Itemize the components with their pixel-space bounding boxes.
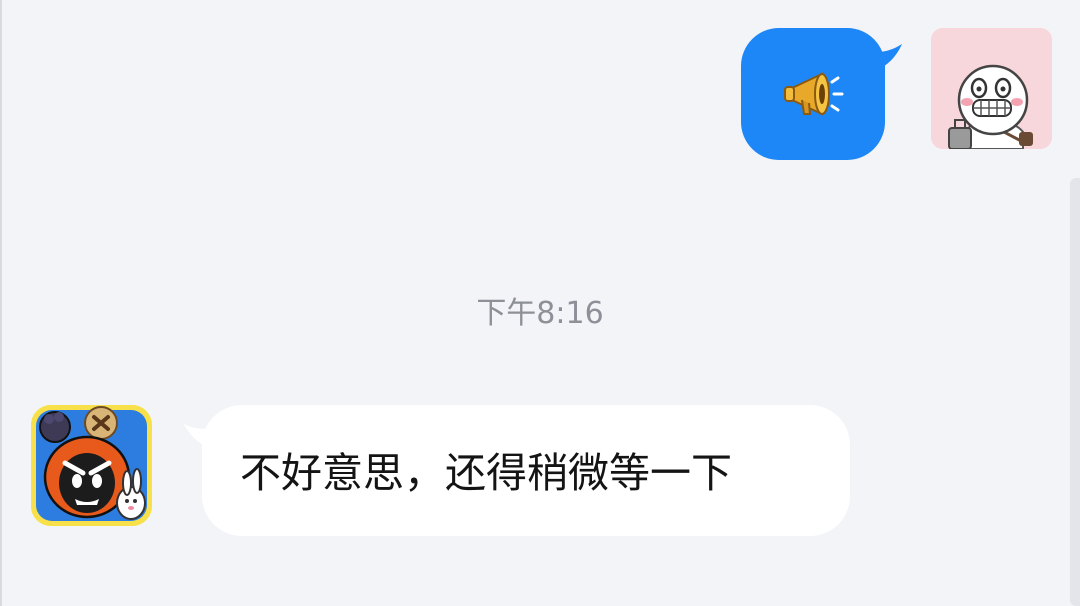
incoming-bubble-tail xyxy=(184,424,220,450)
outgoing-bubble-tail xyxy=(862,44,902,74)
incoming-message-text: 不好意思，还得稍微等一下 xyxy=(240,449,732,497)
chat-scrollbar[interactable] xyxy=(1070,178,1080,606)
cartoon-character-avatar-icon xyxy=(931,28,1052,149)
chat-message-list[interactable]: 下午8:16 不好意思，还得稍微等一下 xyxy=(0,0,1080,606)
message-timestamp: 下午8:16 xyxy=(476,296,604,331)
megaphone-icon xyxy=(784,72,844,116)
my-avatar[interactable] xyxy=(931,28,1052,149)
game-character-avatar-icon xyxy=(31,405,152,526)
sender-avatar[interactable] xyxy=(31,405,152,526)
